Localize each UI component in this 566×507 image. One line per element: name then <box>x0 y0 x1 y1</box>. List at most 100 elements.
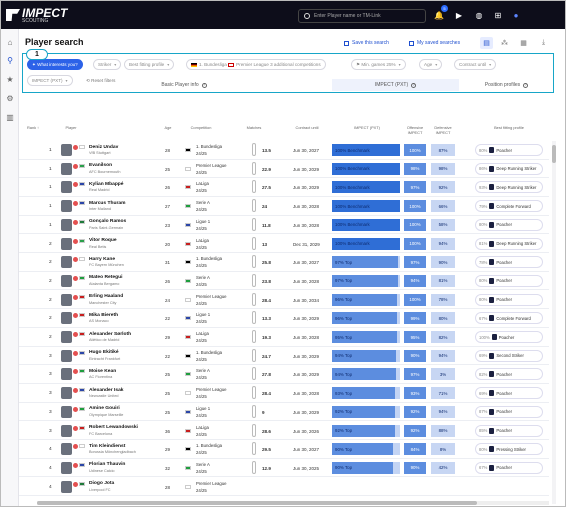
col-impect[interactable]: IMPECT (PXT) <box>342 125 392 131</box>
player-name[interactable]: Hugo Ekitiké <box>89 350 119 355</box>
best-profile-chip[interactable]: 85% Poacher <box>475 424 543 437</box>
player-name[interactable]: Evanilson <box>89 163 112 168</box>
best-profile-chip[interactable]: 81% Deep Running Striker <box>475 237 543 250</box>
scatter-view-icon[interactable]: ⁂ <box>498 37 511 49</box>
player-name[interactable]: Erling Haaland <box>89 294 123 299</box>
best-profile-chip[interactable]: 82% Poacher <box>475 368 543 381</box>
table-row[interactable]: 3 Alexander Isak Newcastle United 25 Premier… <box>19 384 549 403</box>
download-icon[interactable]: ⤓ <box>537 37 550 49</box>
best-profile-chip[interactable]: 86% Deep Running Striker <box>475 162 543 175</box>
col-defensive[interactable]: Defensive IMPECT <box>430 125 456 135</box>
table-row[interactable]: 3 Robert Lewandowski FC Barcelona 36 LaLiga 2… <box>19 422 549 440</box>
player-name[interactable]: Mika Biereth <box>89 313 118 318</box>
table-row[interactable]: 2 Alexander Sørloth Atlético de Madrid 29 La… <box>19 328 549 347</box>
best-profile-chip[interactable]: 87% Poacher <box>475 405 543 418</box>
table-row[interactable]: 2 Harry Kane FC Bayern München 31 1. Bundesl… <box>19 253 549 272</box>
contract-date: Jun 30, 2034 <box>293 297 320 303</box>
play-icon[interactable]: ▶ <box>454 10 464 20</box>
player-name[interactable]: Alexander Sørloth <box>89 332 131 337</box>
col-rank[interactable]: Rank ↑ <box>27 125 49 131</box>
table-row[interactable]: 4 Diogo Jota Liverpool FC 28 Premier League 2… <box>19 478 549 497</box>
col-player[interactable]: Player <box>61 125 81 131</box>
table-row[interactable]: 4 Tim Kleindienst Borussia Mönchengladbach… <box>19 440 549 459</box>
table-row[interactable]: 2 Mateo Retegui Atalanta Bergamo 26 Serie A2… <box>19 272 549 291</box>
best-profile-chip[interactable]: 67% Complete Forward <box>475 312 543 325</box>
table-row[interactable]: 1 Deniz Undav VfB Stuttgart 28 1. Bundesliga… <box>19 141 549 160</box>
min-games-filter[interactable]: ⚑ Min. games 25% ▾ <box>351 59 406 70</box>
contract-until-filter[interactable]: Contract until ▾ <box>454 59 497 70</box>
table-row[interactable]: 1 Gonçalo Ramos Paris Saint-Germain 23 Ligue… <box>19 216 549 235</box>
best-profile-chip[interactable]: 78% Poacher <box>475 256 543 269</box>
impect-value: 100% Benchmark <box>335 166 370 172</box>
col-competition[interactable]: Competition <box>181 125 221 131</box>
best-profile-chip[interactable]: 69% Second Striker <box>475 349 543 362</box>
best-profile-chip[interactable]: 79% Complete Forward <box>475 200 543 213</box>
grid-apps-icon[interactable]: ⊞ <box>493 10 503 20</box>
table-row[interactable]: 3 Hugo Ekitiké Eintracht Frankfurt 22 1. Bun… <box>19 347 549 366</box>
best-profile-chip[interactable]: 67% Poacher <box>475 461 543 474</box>
column-settings-icon[interactable]: ▦ <box>517 37 530 49</box>
player-name[interactable]: Moise Kean <box>89 369 116 374</box>
best-profile-chip[interactable]: 93% Deep Running Striker <box>475 181 543 194</box>
language-globe-icon[interactable]: ◍ <box>474 10 484 20</box>
player-name[interactable]: Harry Kane <box>89 257 115 262</box>
player-name[interactable]: Mateo Retegui <box>89 275 122 280</box>
col-contract[interactable]: Contract until <box>287 125 327 131</box>
analytics-chart-icon[interactable]: ▥ <box>5 112 15 122</box>
competitions-filter[interactable]: 1. Bundesliga Premier League 3 additiona… <box>186 59 326 70</box>
search-nav-icon[interactable]: ⚲ <box>5 55 15 65</box>
col-best-profile[interactable]: Best fitting profile <box>479 125 539 131</box>
star-icon[interactable]: ★ <box>5 74 15 84</box>
best-profile-chip[interactable]: 80% Poacher <box>475 274 543 287</box>
table-row[interactable]: 3 Amine Gouiri Olympique Marseille 25 Ligue … <box>19 403 549 422</box>
player-name[interactable]: Tim Kleindienst <box>89 444 125 449</box>
player-name[interactable]: Gonçalo Ramos <box>89 219 126 224</box>
best-profile-chip[interactable]: 80% Pressing Striker <box>475 443 543 456</box>
player-name[interactable]: Diogo Jota <box>89 481 114 486</box>
col-offensive[interactable]: Offensive IMPECT <box>402 125 428 135</box>
table-row[interactable]: 1 Marcus Thuram Inter Mailand 27 Serie A 24/2… <box>19 197 549 216</box>
table-row[interactable]: 1 Kylian Mbappé Real Madrid 26 LaLiga 24/25 27… <box>19 178 549 197</box>
table-row[interactable]: 2 Vitor Roque Real Betis 20 LaLiga 24/25 13 Dec… <box>19 235 549 253</box>
table-row[interactable]: 4 Florian Thauvin Udinese Calcio 32 Serie A2… <box>19 459 549 478</box>
saved-searches-button[interactable]: My saved searches <box>409 40 460 46</box>
best-profile-chip[interactable]: 100% Poacher <box>475 331 543 343</box>
best-profile-chip[interactable]: 80% Poacher <box>475 218 543 231</box>
save-search-button[interactable]: Save this search <box>344 40 389 46</box>
player-name[interactable]: Marcus Thuram <box>89 201 125 206</box>
home-icon[interactable]: ⌂ <box>5 37 15 47</box>
player-name[interactable]: Alexander Isak <box>89 388 124 393</box>
col-age[interactable]: Age <box>161 125 175 131</box>
best-fitting-profile-filter[interactable]: Best fitting profile ▾ <box>124 59 175 70</box>
impect-logo[interactable]: IMPECT SCOUTING <box>6 6 67 24</box>
what-interests-filter[interactable]: ✦ What interests you? <box>27 59 83 70</box>
player-name[interactable]: Florian Thauvin <box>89 462 125 467</box>
table-row[interactable]: 2 Mika Biereth AS Monaco 22 Ligue 1 24/25 13.3… <box>19 309 549 328</box>
horizontal-scrollbar[interactable] <box>37 501 549 505</box>
col-matches[interactable]: Matches <box>239 125 269 131</box>
position-filter[interactable]: Striker ▾ <box>93 59 122 70</box>
vertical-scrollbar[interactable] <box>552 141 556 504</box>
player-name[interactable]: Kylian Mbappé <box>89 182 124 187</box>
table-view-icon[interactable]: ▤ <box>480 37 493 49</box>
age-filter[interactable]: Age ▾ <box>419 59 443 70</box>
best-profile-chip[interactable]: 80% Poacher <box>475 293 543 306</box>
best-profile-chip[interactable]: 80% Poacher <box>475 144 543 156</box>
player-age: 25 <box>165 372 171 378</box>
scrollbar-thumb[interactable] <box>37 501 477 505</box>
help-icon[interactable]: ? <box>201 82 207 88</box>
table-row[interactable]: 1 Evanilson AFC Bournemouth 25 Premier Leagu… <box>19 160 549 179</box>
help-icon[interactable]: ? <box>411 82 417 88</box>
scrollbar-thumb[interactable] <box>552 145 556 163</box>
player-name[interactable]: Robert Lewandowski <box>89 425 138 430</box>
help-icon[interactable]: ? <box>523 82 529 88</box>
user-profile-icon[interactable]: ● <box>511 10 521 20</box>
player-name[interactable]: Amine Gouiri <box>89 406 120 411</box>
table-row[interactable]: 2 Erling Haaland Manchester City 24 Premier … <box>19 291 549 310</box>
player-name[interactable]: Vitor Roque <box>89 238 117 243</box>
player-search-input[interactable]: Enter Player name or TM-Link <box>298 9 426 23</box>
player-name[interactable]: Deniz Undav <box>89 145 118 150</box>
table-row[interactable]: 3 Moise Kean AC Fiorentina 25 Serie A 24/25 27… <box>19 365 549 384</box>
settings-gear-icon[interactable]: ⚙ <box>5 93 15 103</box>
best-profile-chip[interactable]: 69% Poacher <box>475 387 543 400</box>
